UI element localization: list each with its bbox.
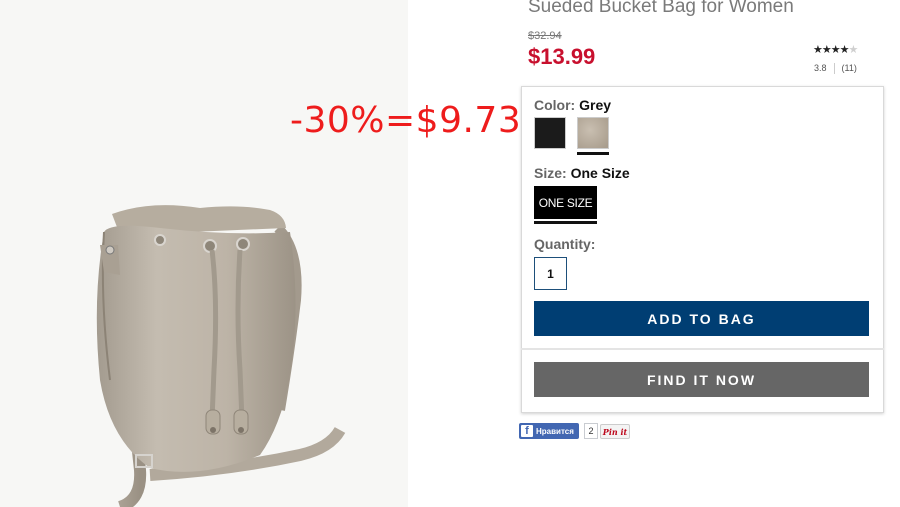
product-title: Sueded Bucket Bag for Women bbox=[528, 0, 794, 17]
add-to-bag-button[interactable]: ADD TO BAG bbox=[534, 301, 869, 336]
bucket-bag-image bbox=[96, 205, 346, 507]
rating-stars[interactable]: ★★★★★ bbox=[813, 43, 858, 56]
facebook-like-button[interactable]: f Нравится bbox=[519, 423, 579, 439]
selected-size: One Size bbox=[570, 165, 630, 181]
color-label: Color: Grey bbox=[534, 97, 611, 113]
rating-summary[interactable]: 3.8 (11) bbox=[814, 63, 857, 75]
size-option-one-size[interactable]: ONE SIZE bbox=[534, 186, 597, 219]
original-price: $32.94 bbox=[528, 30, 562, 42]
pinterest-pin-button[interactable]: Pin it bbox=[600, 424, 630, 439]
review-count: (11) bbox=[841, 63, 857, 73]
star-empty-icon: ★ bbox=[848, 44, 858, 56]
star-filled-icons: ★★★★ bbox=[813, 44, 849, 56]
size-label: Size: One Size bbox=[534, 165, 630, 181]
quantity-label: Quantity: bbox=[534, 236, 596, 252]
product-image[interactable] bbox=[0, 0, 408, 507]
selected-color: Grey bbox=[579, 97, 612, 113]
facebook-icon: f bbox=[521, 425, 533, 437]
color-label-text: Color: bbox=[534, 97, 576, 113]
swatch-grey[interactable] bbox=[577, 117, 609, 149]
selected-size-indicator bbox=[534, 221, 597, 224]
facebook-like-count: 2 bbox=[584, 423, 598, 439]
swatch-black[interactable] bbox=[534, 117, 566, 149]
rating-value: 3.8 bbox=[814, 63, 827, 73]
find-it-now-button[interactable]: FIND IT NOW bbox=[534, 362, 869, 397]
selected-swatch-indicator bbox=[577, 152, 609, 155]
rating-separator bbox=[833, 63, 835, 75]
quantity-input[interactable]: 1 bbox=[534, 257, 567, 290]
panel-divider bbox=[521, 348, 884, 350]
facebook-like-label: Нравится bbox=[536, 426, 574, 436]
sale-price: $13.99 bbox=[528, 44, 596, 69]
size-label-text: Size: bbox=[534, 165, 567, 181]
promo-discount-text: -30%=$9.73 bbox=[290, 100, 522, 141]
